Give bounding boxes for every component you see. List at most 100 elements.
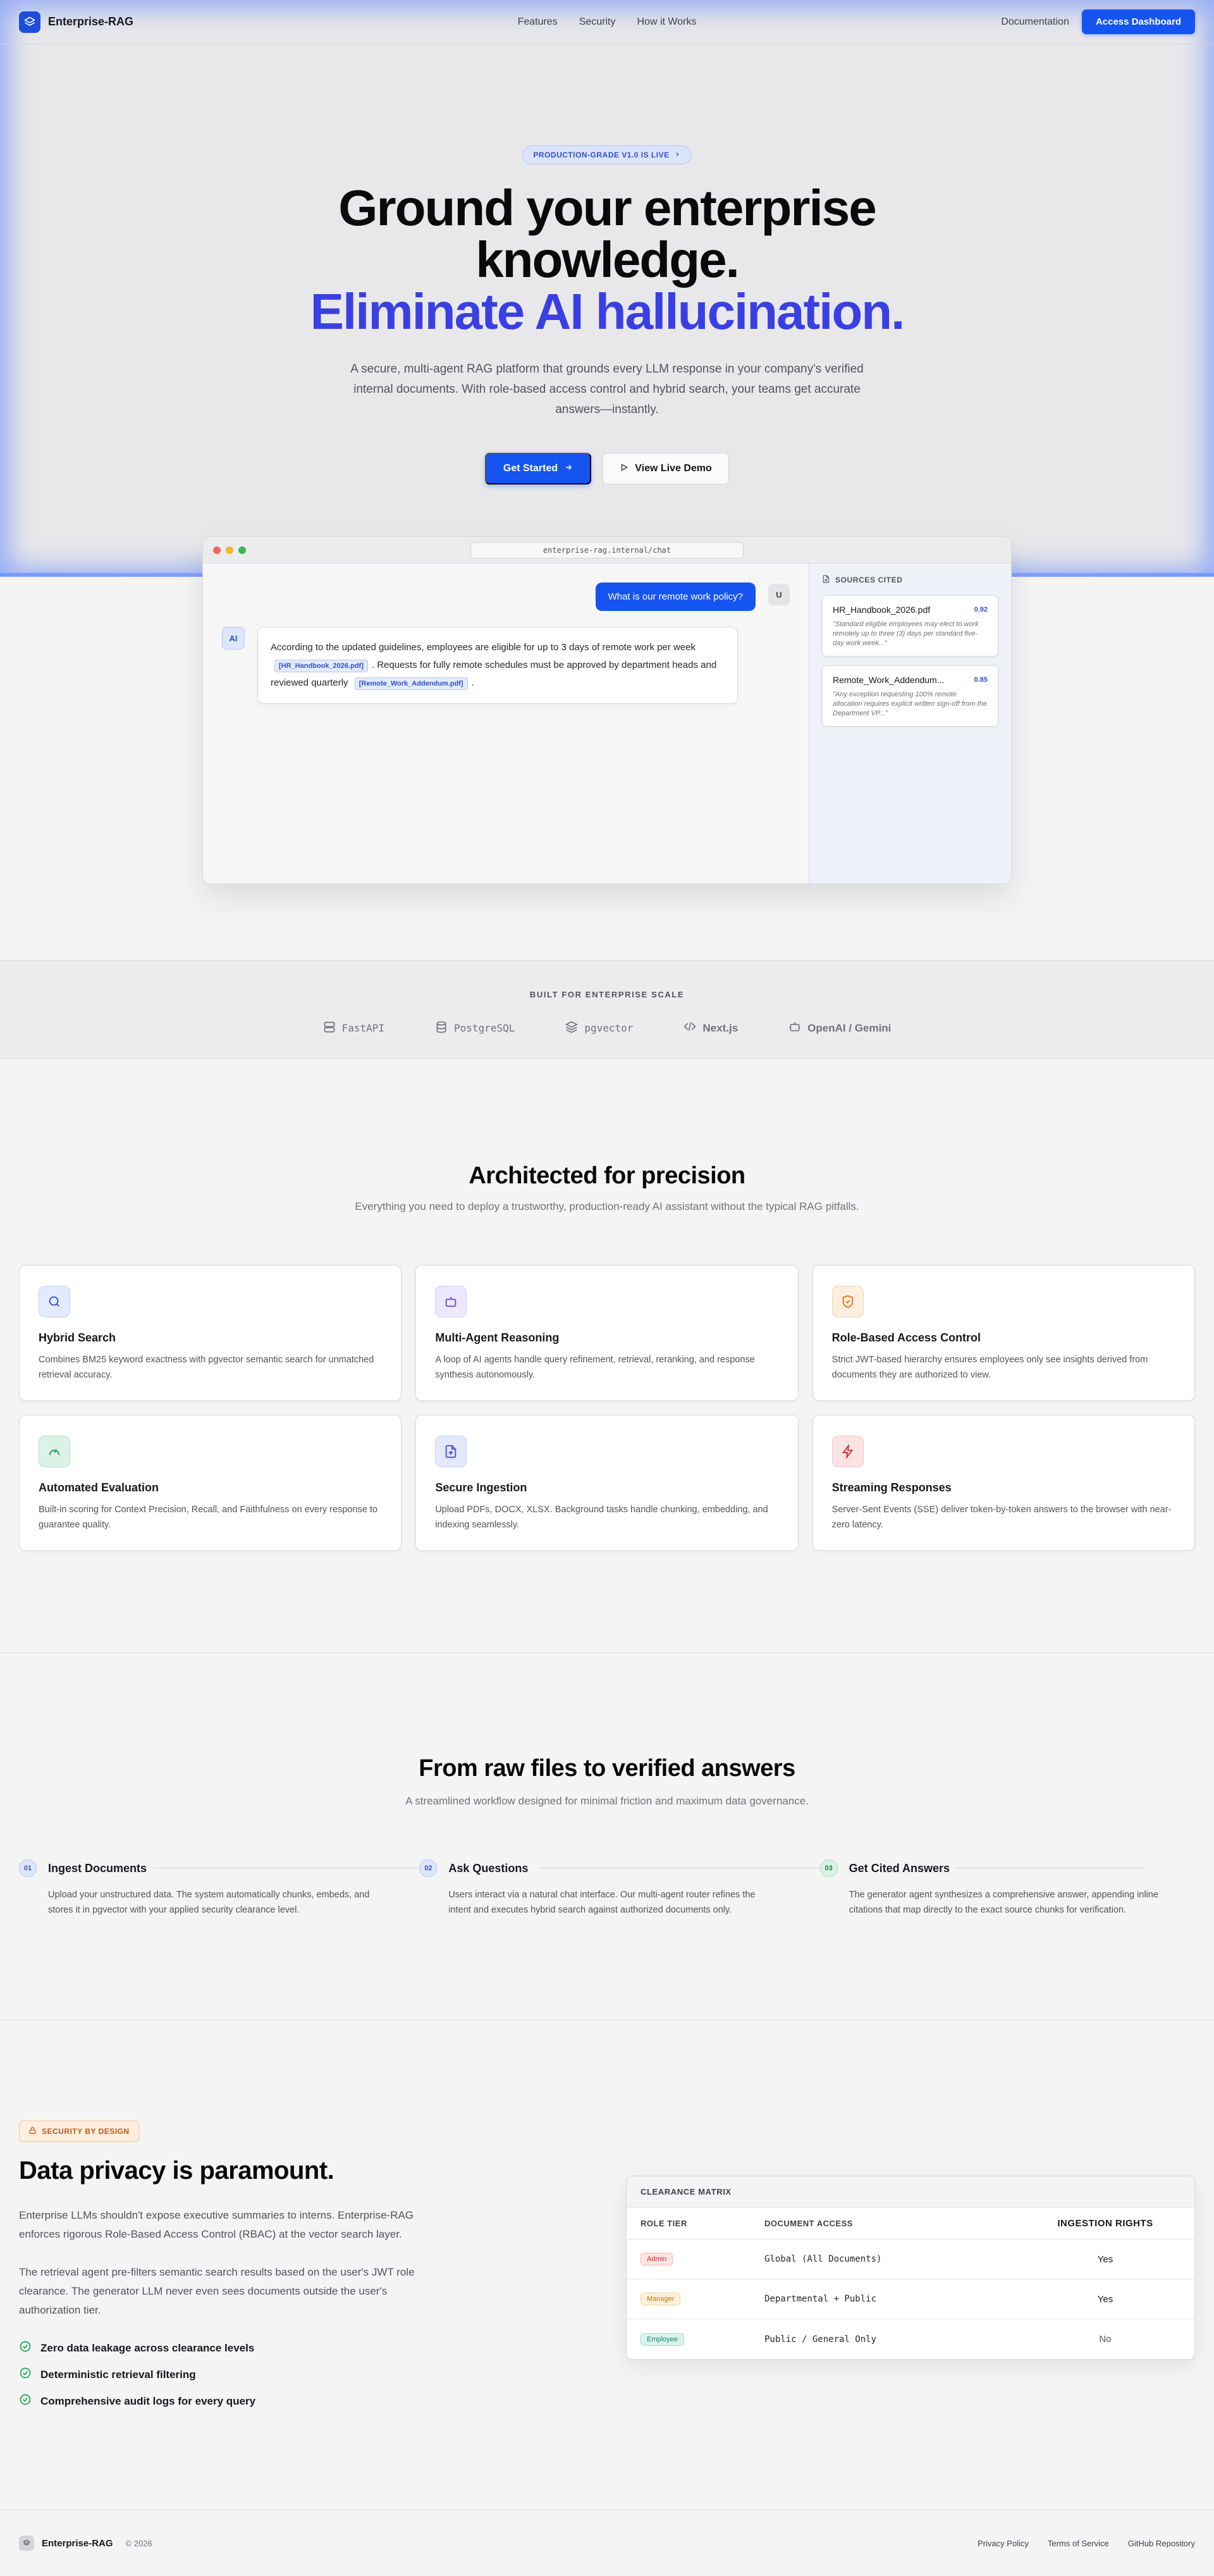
step-number: 02 (419, 1859, 438, 1877)
user-message: What is our remote work policy? (595, 582, 756, 611)
check-item-label: Zero data leakage across clearance level… (40, 2341, 255, 2354)
feature-card-evaluation: Automated Evaluation Built-in scoring fo… (19, 1415, 402, 1551)
feature-title: Automated Evaluation (39, 1481, 159, 1494)
brand[interactable]: Enterprise-RAG (19, 11, 133, 33)
top-nav: Enterprise-RAG Features Security How it … (0, 0, 1214, 44)
table-row: Admin Global (All Documents) Yes (627, 2240, 1194, 2279)
clearance-matrix-title: CLEARANCE MATRIX (627, 2176, 1194, 2208)
tech-label: OpenAI / Gemini (807, 1021, 892, 1034)
role-badge-employee: Employee (641, 2333, 684, 2346)
role-badge-admin: Admin (641, 2253, 673, 2265)
nav-link-security[interactable]: Security (579, 16, 616, 28)
github-repository-link[interactable]: GitHub Repository (1128, 2539, 1195, 2548)
url-bar: enterprise-rag.internal/chat (470, 541, 744, 558)
check-item: Zero data leakage across clearance level… (19, 2340, 255, 2356)
tech-label: pgvector (584, 1022, 634, 1034)
bot-icon (435, 1286, 467, 1317)
tech-nextjs: Next.js (684, 1020, 738, 1036)
terms-of-service-link[interactable]: Terms of Service (1048, 2539, 1109, 2548)
document-access: Public / General Only (764, 2334, 877, 2345)
chat-area: What is our remote work policy? U AI Acc… (203, 564, 809, 884)
source-card[interactable]: HR_Handbook_2026.pdf 0.92 "Standard elig… (822, 595, 998, 656)
nav-link-how-it-works[interactable]: How it Works (637, 16, 697, 28)
security-badge: SECURITY BY DESIGN (19, 2121, 139, 2142)
tech-postgresql: PostgreSQL (435, 1020, 515, 1036)
matrix-header-row: ROLE TIER DOCUMENT ACCESS INGESTION RIGH… (627, 2208, 1194, 2240)
documentation-link[interactable]: Documentation (1001, 16, 1069, 28)
source-quote: "Standard eligible employees may elect t… (833, 620, 979, 647)
footer: Enterprise-RAG © 2026 Privacy Policy Ter… (0, 2510, 1214, 2576)
window-maximize-dot (238, 546, 246, 554)
view-live-demo-label: View Live Demo (635, 463, 712, 474)
play-icon (620, 463, 628, 475)
check-circle-icon (19, 2367, 32, 2382)
nav-links: Features Security How it Works (518, 16, 697, 28)
source-score: 0.85 (974, 676, 988, 684)
hero-ctas: Get Started View Live Demo (0, 453, 1214, 484)
step-desc: The generator agent synthesizes a compre… (849, 1890, 1158, 1915)
arrow-right-icon (564, 463, 573, 475)
ai-answer-text: . (471, 677, 474, 688)
source-quote: "Any exception requesting 100% remote al… (833, 691, 987, 717)
table-row: Manager Departmental + Public Yes (627, 2279, 1194, 2319)
brand-name: Enterprise-RAG (48, 15, 134, 28)
code-icon (684, 1020, 696, 1036)
step-number: 03 (819, 1859, 838, 1877)
footer-brand[interactable]: Enterprise-RAG (42, 2538, 113, 2549)
features-subtitle: Everything you need to deploy a trustwor… (355, 1200, 859, 1212)
step-title: Ingest Documents (48, 1861, 154, 1875)
tech-stack-list: FastAPI PostgreSQL pgvector Next.js Open… (0, 1020, 1214, 1036)
privacy-policy-link[interactable]: Privacy Policy (978, 2539, 1029, 2548)
sources-title-label: SOURCES CITED (835, 576, 903, 584)
nav-actions: Documentation Access Dashboard (1001, 9, 1195, 34)
tech-label: Next.js (702, 1021, 739, 1034)
tech-fastapi: FastAPI (323, 1020, 384, 1036)
check-item-label: Comprehensive audit logs for every query (40, 2394, 256, 2407)
ingestion-rights: Yes (1097, 2253, 1113, 2265)
release-badge[interactable]: PRODUCTION-GRADE V1.0 IS LIVE (522, 145, 692, 164)
file-upload-icon (435, 1436, 467, 1467)
source-card[interactable]: Remote_Work_Addendum... 0.85 "Any except… (822, 665, 998, 727)
column-header: DOCUMENT ACCESS (764, 2219, 853, 2228)
gauge-icon (39, 1436, 70, 1467)
ai-avatar: AI (222, 627, 245, 650)
feature-title: Hybrid Search (39, 1331, 116, 1344)
search-icon (39, 1286, 70, 1317)
access-dashboard-button[interactable]: Access Dashboard (1081, 9, 1195, 34)
citation-chip[interactable]: [HR_Handbook_2026.pdf] (274, 660, 368, 672)
privacy-checklist: Zero data leakage across clearance level… (19, 2340, 255, 2420)
feature-desc: Server-Sent Events (SSE) deliver token-b… (831, 1505, 1172, 1530)
hero-title-line2: knowledge. (475, 231, 740, 288)
citation-chip[interactable]: [Remote_Work_Addendum.pdf] (354, 677, 468, 690)
zap-icon (831, 1436, 864, 1467)
hero-section: Enterprise-RAG Features Security How it … (0, 0, 1214, 577)
view-live-demo-button[interactable]: View Live Demo (603, 453, 729, 484)
document-access: Departmental + Public (764, 2294, 877, 2304)
feature-desc: A loop of AI agents handle query refinem… (435, 1355, 755, 1380)
bot-icon (788, 1020, 801, 1036)
footer-logo-icon (19, 2536, 34, 2551)
privacy-title: Data privacy is paramount. (19, 2157, 334, 2185)
user-avatar: U (768, 584, 790, 605)
window-close-dot (213, 546, 221, 554)
get-started-button[interactable]: Get Started (485, 453, 591, 484)
clearance-matrix: CLEARANCE MATRIX ROLE TIER DOCUMENT ACCE… (626, 2176, 1195, 2360)
privacy-paragraph: The retrieval agent pre-filters semantic… (19, 2266, 415, 2316)
workflow-subtitle: A streamlined workflow designed for mini… (405, 1795, 809, 1807)
lock-icon (28, 2126, 37, 2136)
nav-link-features[interactable]: Features (518, 16, 558, 28)
step-title: Get Cited Answers (849, 1861, 957, 1875)
hero-subtitle: A secure, multi-agent RAG platform that … (350, 362, 864, 416)
layers-icon (565, 1021, 579, 1036)
feature-card-streaming: Streaming Responses Server-Sent Events (… (812, 1415, 1195, 1551)
column-header: INGESTION RIGHTS (1057, 2218, 1153, 2229)
tech-label: PostgreSQL (454, 1022, 515, 1034)
window-minimize-dot (226, 546, 233, 554)
feature-title: Streaming Responses (831, 1481, 952, 1494)
source-name: Remote_Work_Addendum... (833, 675, 945, 685)
workflow-step: 01 Ingest Documents Upload your unstruct… (19, 1859, 420, 1918)
release-badge-label: PRODUCTION-GRADE V1.0 IS LIVE (533, 151, 670, 159)
feature-desc: Upload PDFs, DOCX, XLSX. Background task… (435, 1505, 768, 1530)
tech-label: FastAPI (341, 1022, 385, 1034)
layers-logo-icon (19, 11, 40, 33)
